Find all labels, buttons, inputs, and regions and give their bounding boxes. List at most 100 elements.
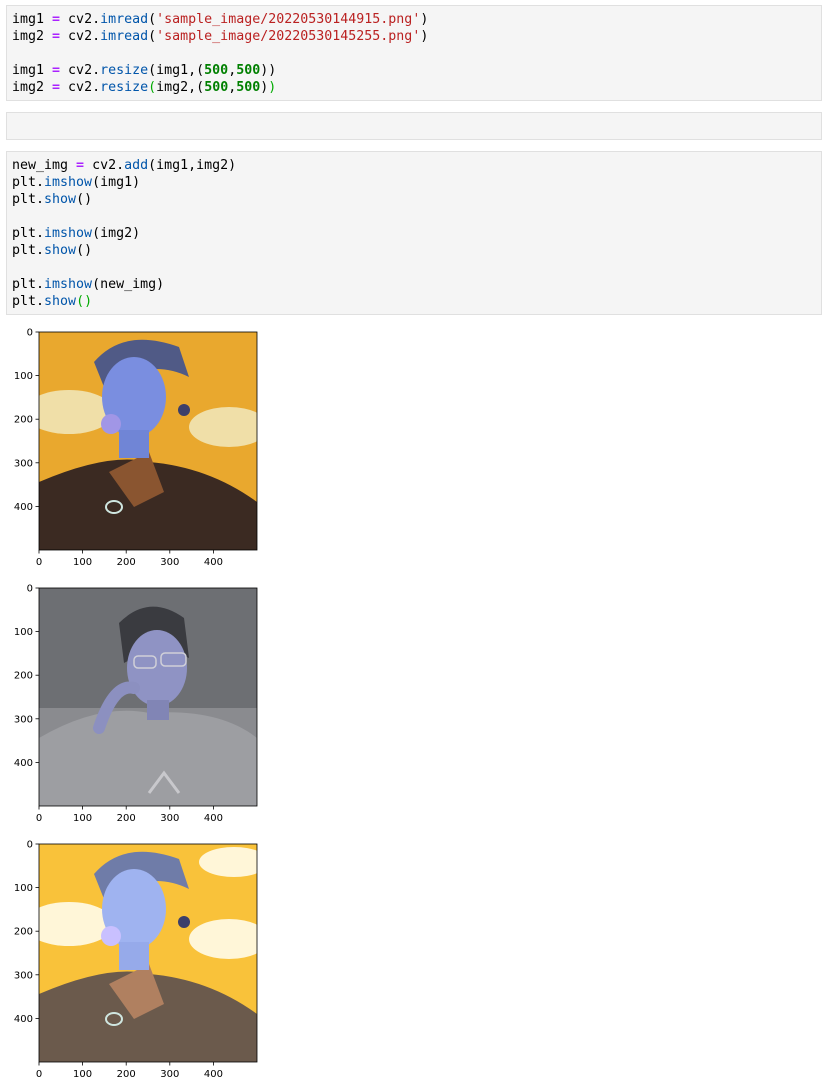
code-line: ​ xyxy=(12,259,821,276)
x-tick-label: 300 xyxy=(160,557,179,568)
x-tick-label: 100 xyxy=(73,557,92,568)
code-token: img2 xyxy=(12,29,53,44)
y-tick-label: 200 xyxy=(14,415,33,426)
code-token: resize xyxy=(100,80,149,95)
code-token: img2,( xyxy=(156,80,205,95)
code-token: 500 xyxy=(204,63,229,78)
x-tick-label: 100 xyxy=(73,1069,92,1080)
code-token: plt. xyxy=(12,277,45,292)
code-token: imread xyxy=(100,12,149,27)
code-line: img2 = cv2.imread('sample_image/20220530… xyxy=(12,28,821,45)
code-token: resize xyxy=(100,63,149,78)
code-line: img2 = cv2.resize(img2,(500,500)) xyxy=(12,79,821,96)
plot-svg: 0 100 200 300 400 0 100 200 300 400 xyxy=(14,584,258,824)
plot-image xyxy=(39,588,257,806)
code-token: ) xyxy=(420,29,429,44)
code-cell-3[interactable]: new_img = cv2.add(img1,img2) plt.imshow(i… xyxy=(6,151,822,315)
code-token: cv2. xyxy=(60,80,101,95)
x-tick-label: 400 xyxy=(204,1069,223,1080)
code-line: plt.show() xyxy=(12,191,821,208)
plot-image xyxy=(39,332,257,550)
code-token: (img1,( xyxy=(148,63,205,78)
code-token: img1 xyxy=(12,63,53,78)
plot-svg: 0 100 200 300 400 0 100 200 300 400 xyxy=(14,840,258,1080)
plot-image xyxy=(39,844,257,1062)
y-tick-label: 200 xyxy=(14,671,33,682)
y-tick-label: 0 xyxy=(27,328,33,339)
x-tick-label: 0 xyxy=(36,1069,42,1080)
y-tick-label: 0 xyxy=(27,840,33,851)
code-token: = xyxy=(52,63,61,78)
code-token: plt. xyxy=(12,175,45,190)
code-token: show xyxy=(44,294,77,309)
code-token: () xyxy=(76,192,93,207)
code-token: (img1) xyxy=(92,175,141,190)
code-line: plt.imshow(img2) xyxy=(12,225,821,242)
code-token: 'sample_image/20220530145255.png' xyxy=(156,29,421,44)
y-tick-label: 300 xyxy=(14,714,33,725)
code-cell-1[interactable]: img1 = cv2.imread('sample_image/20220530… xyxy=(6,5,822,101)
code-token: () xyxy=(76,294,93,309)
code-cell-2[interactable] xyxy=(6,112,822,140)
y-tick-label: 200 xyxy=(14,927,33,938)
code-line: img1 = cv2.resize(img1,(500,500)) xyxy=(12,62,821,79)
code-token: plt. xyxy=(12,243,45,258)
code-token: 'sample_image/20220530144915.png' xyxy=(156,12,421,27)
x-tick-label: 300 xyxy=(160,1069,179,1080)
code-line: ​ xyxy=(12,208,821,225)
y-tick-label: 400 xyxy=(14,1014,33,1025)
y-tick-label: 100 xyxy=(14,883,33,894)
y-tick-label: 300 xyxy=(14,970,33,981)
code-token: plt. xyxy=(12,294,45,309)
code-token: new_img xyxy=(12,158,77,173)
code-token: ( xyxy=(148,12,157,27)
y-tick-label: 300 xyxy=(14,458,33,469)
x-tick-label: 200 xyxy=(117,1069,136,1080)
x-tick-label: 400 xyxy=(204,557,223,568)
y-tick-label: 100 xyxy=(14,627,33,638)
code-token: (img1,img2) xyxy=(148,158,237,173)
code-token: imread xyxy=(100,29,149,44)
code-token: 500 xyxy=(204,80,229,95)
code-editor[interactable]: new_img = cv2.add(img1,img2) plt.imshow(i… xyxy=(7,152,821,310)
code-token: img1 xyxy=(12,12,53,27)
code-line: plt.imshow(img1) xyxy=(12,174,821,191)
code-token: imshow xyxy=(44,175,93,190)
code-token: plt. xyxy=(12,226,45,241)
code-token: )) xyxy=(260,63,277,78)
code-token: ) xyxy=(420,12,429,27)
plot-svg: 0 100 200 300 400 0 100 200 300 400 xyxy=(14,328,258,568)
code-editor[interactable] xyxy=(7,113,821,118)
code-line: plt.show() xyxy=(12,242,821,259)
code-line: img1 = cv2.imread('sample_image/20220530… xyxy=(12,11,821,28)
output-plot-img1: 0 100 200 300 400 0 100 200 300 400 xyxy=(0,325,300,575)
code-token: plt. xyxy=(12,192,45,207)
code-token: show xyxy=(44,243,77,258)
code-token: cv2. xyxy=(60,12,101,27)
code-line: plt.imshow(new_img) xyxy=(12,276,821,293)
code-token: img2 xyxy=(12,80,53,95)
code-token: cv2. xyxy=(60,29,101,44)
code-editor[interactable]: img1 = cv2.imread('sample_image/20220530… xyxy=(7,6,821,96)
code-token: = xyxy=(52,12,61,27)
output-plot-img2: 0 100 200 300 400 0 100 200 300 400 xyxy=(0,581,300,831)
x-tick-label: 200 xyxy=(117,813,136,824)
code-token: imshow xyxy=(44,226,93,241)
code-token: imshow xyxy=(44,277,93,292)
code-token: show xyxy=(44,192,77,207)
x-tick-label: 200 xyxy=(117,557,136,568)
x-tick-label: 100 xyxy=(73,813,92,824)
y-tick-label: 100 xyxy=(14,371,33,382)
code-token: () xyxy=(76,243,93,258)
code-line: ​ xyxy=(12,45,821,62)
code-token: = xyxy=(52,80,61,95)
code-token: add xyxy=(124,158,149,173)
code-line: plt.show() xyxy=(12,293,821,310)
x-tick-label: 300 xyxy=(160,813,179,824)
code-token: 500 xyxy=(236,63,261,78)
x-tick-label: 0 xyxy=(36,813,42,824)
code-token: cv2. xyxy=(84,158,125,173)
y-tick-label: 400 xyxy=(14,502,33,513)
output-plot-new-img: 0 100 200 300 400 0 100 200 300 400 xyxy=(0,837,300,1087)
code-token: ( xyxy=(148,80,157,95)
